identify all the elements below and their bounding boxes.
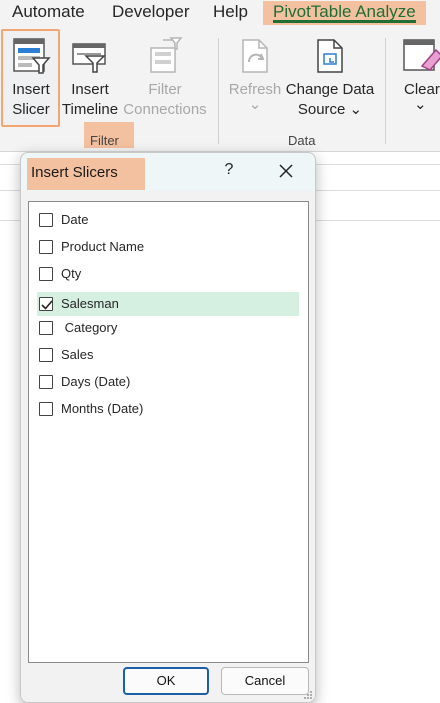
slicer-icon: [13, 38, 51, 74]
field-label: Days (Date): [61, 374, 131, 389]
tab-pivottable-analyze-label: PivotTable Analyze: [273, 2, 416, 21]
dialog-title: Insert Slicers: [31, 164, 118, 181]
tab-automate[interactable]: Automate: [12, 2, 85, 22]
ribbon: Insert Slicer Insert Timeline Filter Con…: [0, 28, 440, 152]
change-data-source-label-2: Source ⌄: [297, 101, 363, 118]
close-button[interactable]: [275, 159, 297, 183]
group-separator: [385, 38, 386, 144]
field-item-months-date[interactable]: Months (Date): [29, 397, 308, 421]
filter-group-label: Filter: [90, 133, 119, 148]
field-item-category[interactable]: Category: [29, 316, 308, 340]
insert-timeline-button[interactable]: Insert Timeline: [60, 36, 120, 120]
field-checkbox[interactable]: [39, 213, 53, 227]
field-label: Date: [61, 212, 89, 227]
tab-developer[interactable]: Developer: [112, 2, 190, 22]
clear-dropdown-icon: ⌄: [414, 96, 427, 110]
clear-icon: [403, 39, 440, 71]
insert-timeline-label-1: Insert: [71, 81, 109, 98]
field-label: Qty: [61, 266, 82, 281]
refresh-dropdown-icon: ⌄: [248, 96, 262, 113]
help-button[interactable]: ?: [221, 161, 237, 179]
field-checkbox[interactable]: [39, 402, 53, 416]
field-checkbox[interactable]: [39, 240, 53, 254]
field-checkbox[interactable]: [39, 267, 53, 281]
clear-button[interactable]: Clear ⌄: [396, 36, 440, 110]
field-item-sales[interactable]: Sales: [29, 343, 308, 367]
field-label: Months (Date): [61, 401, 144, 416]
filter-connections-icon: [150, 37, 183, 73]
insert-slicer-label-1: Insert: [12, 81, 50, 98]
change-data-source-label-1: Change Data: [285, 81, 375, 98]
data-group-label: Data: [288, 133, 316, 148]
field-label: Salesman: [61, 296, 119, 311]
ok-button[interactable]: OK: [123, 667, 209, 695]
filter-connections-label-2: Connections: [123, 101, 207, 118]
insert-timeline-label-2: Timeline: [61, 101, 119, 118]
field-label: Sales: [61, 347, 94, 362]
insert-slicer-button[interactable]: Insert Slicer: [4, 36, 58, 120]
filter-connections-label-1: Filter: [148, 81, 182, 98]
field-label: Category: [61, 320, 118, 335]
field-checkbox[interactable]: [39, 348, 53, 362]
dialog-titlebar: Insert Slicers ?: [21, 153, 315, 191]
insert-slicers-dialog: Insert Slicers ? Date Product Name Qty S…: [20, 152, 316, 703]
change-data-source-icon: [317, 39, 343, 73]
ribbon-tab-bar: Automate Developer Help PivotTable Analy…: [0, 0, 440, 28]
field-item-date[interactable]: Date: [29, 208, 308, 232]
field-item-salesman[interactable]: Salesman: [29, 292, 308, 316]
field-list[interactable]: Date Product Name Qty Salesman Category …: [28, 201, 309, 663]
change-data-source-button[interactable]: Change Data Source ⌄: [284, 36, 376, 120]
cancel-button[interactable]: Cancel: [221, 667, 309, 695]
field-checkbox[interactable]: [39, 321, 53, 335]
field-item-product-name[interactable]: Product Name: [29, 235, 308, 259]
field-checkbox[interactable]: [39, 375, 53, 389]
active-tab-underline: [273, 20, 416, 23]
insert-slicer-label-2: Slicer: [12, 101, 50, 118]
field-item-days-date[interactable]: Days (Date): [29, 370, 308, 394]
field-checkbox-checked[interactable]: [39, 297, 53, 311]
close-icon: [279, 164, 293, 178]
resize-grip-icon[interactable]: [303, 690, 313, 700]
tab-pivottable-analyze[interactable]: PivotTable Analyze: [263, 1, 426, 25]
tab-help[interactable]: Help: [213, 2, 248, 22]
filter-connections-button[interactable]: Filter Connections: [122, 36, 208, 120]
timeline-icon: [72, 43, 106, 73]
refresh-icon: [242, 39, 268, 73]
group-separator: [218, 38, 219, 144]
refresh-button[interactable]: Refresh ⌄: [226, 36, 284, 113]
field-item-qty[interactable]: Qty: [29, 262, 308, 286]
field-label: Product Name: [61, 239, 145, 254]
checkmark-icon: [41, 300, 53, 310]
